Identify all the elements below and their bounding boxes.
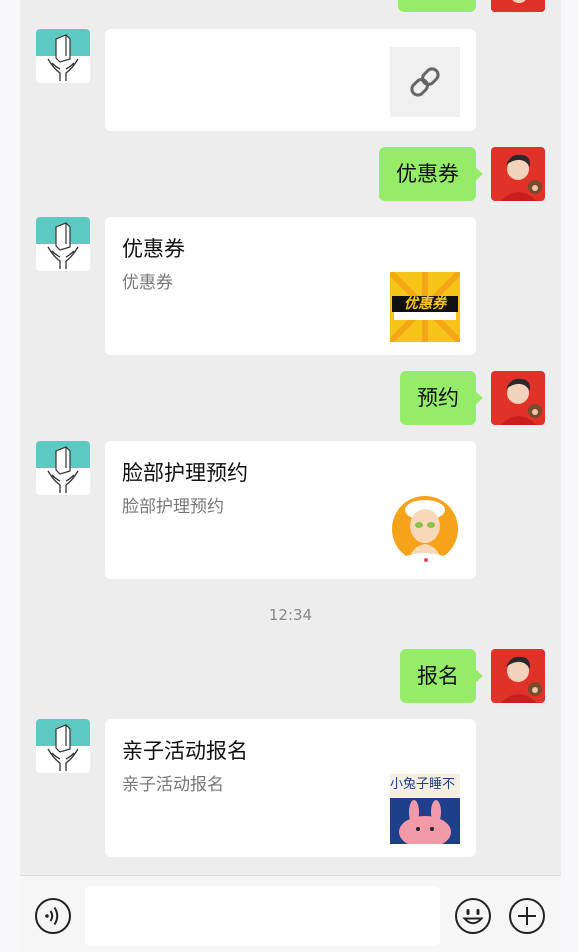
user-avatar[interactable] xyxy=(491,371,545,425)
facial-appointment-card[interactable]: 脸部护理预约 脸部护理预约 xyxy=(105,441,476,579)
hands-book-logo-icon xyxy=(36,719,90,773)
hands-book-logo-icon xyxy=(36,29,90,83)
emoji-button[interactable] xyxy=(454,897,492,935)
link-card[interactable] xyxy=(105,29,476,131)
sent-message-bubble[interactable]: 报名 xyxy=(400,649,483,703)
shop-avatar[interactable] xyxy=(36,29,90,83)
message-input[interactable] xyxy=(85,886,440,946)
user-photo-icon xyxy=(491,371,545,425)
coupon-image-text: 优惠券 xyxy=(404,296,446,312)
card-title: 亲子活动报名 xyxy=(122,739,248,763)
user-avatar[interactable] xyxy=(491,147,545,201)
hands-book-logo-icon xyxy=(36,217,90,271)
hands-book-logo-icon xyxy=(36,441,90,495)
voice-icon xyxy=(35,898,71,934)
sent-message-bubble[interactable]: 优惠券 xyxy=(379,147,483,201)
user-photo-icon xyxy=(491,147,545,201)
link-thumbnail xyxy=(390,47,460,117)
link-icon xyxy=(410,67,440,97)
card-title: 优惠券 xyxy=(122,237,185,261)
card-description: 亲子活动报名 xyxy=(122,775,224,795)
input-toolbar xyxy=(20,875,561,952)
card-description: 脸部护理预约 xyxy=(122,497,224,517)
card-title: 脸部护理预约 xyxy=(122,461,248,485)
coupon-card[interactable]: 优惠券 优惠券 优惠券 xyxy=(105,217,476,355)
coupon-thumbnail: 优惠券 xyxy=(390,272,460,342)
rabbit-poster-thumbnail: 小兔子睡不 xyxy=(390,774,460,844)
shop-avatar[interactable] xyxy=(36,217,90,271)
more-button[interactable] xyxy=(508,897,546,935)
user-photo-icon xyxy=(491,0,545,12)
facial-thumbnail xyxy=(390,496,460,566)
user-avatar[interactable] xyxy=(491,0,545,12)
message-timestamp: 12:34 xyxy=(268,606,313,624)
shop-avatar[interactable] xyxy=(36,719,90,773)
plus-icon xyxy=(509,898,545,934)
card-description: 优惠券 xyxy=(122,273,173,293)
facial-mask-image-icon xyxy=(390,496,460,566)
voice-button[interactable] xyxy=(34,897,72,935)
sent-message-bubble[interactable]: 预约 xyxy=(400,371,483,425)
user-photo-icon xyxy=(491,649,545,703)
shop-avatar[interactable] xyxy=(36,441,90,495)
sent-bubble-partial[interactable] xyxy=(398,0,476,12)
user-avatar[interactable] xyxy=(491,649,545,703)
parent-child-event-card[interactable]: 亲子活动报名 亲子活动报名 小兔子睡不 xyxy=(105,719,476,857)
chat-window: 优惠券 优惠券 优惠券 优惠券 预约 脸部护理预约 脸部护理预约 12:34 报… xyxy=(20,0,561,952)
poster-text: 小兔子睡不 xyxy=(390,777,456,792)
emoji-icon xyxy=(455,898,491,934)
